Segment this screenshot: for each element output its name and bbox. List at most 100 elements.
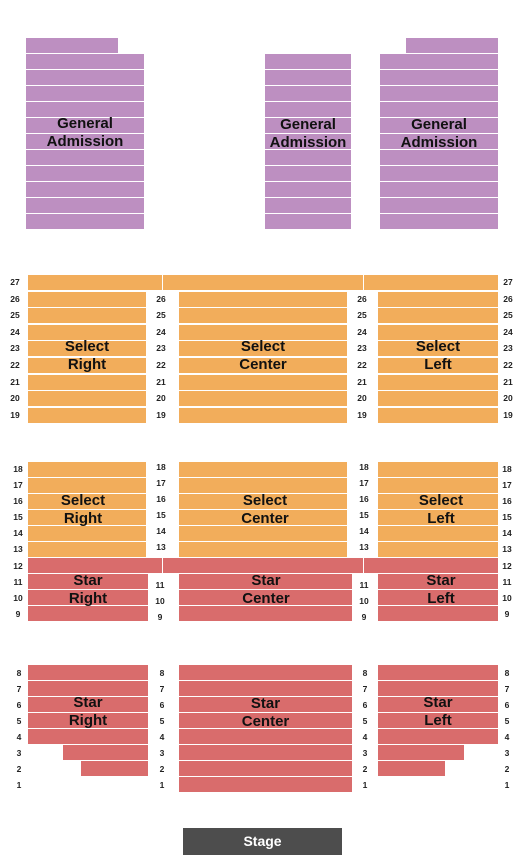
select-right-row-17[interactable] — [28, 478, 146, 493]
star-center-row-4[interactable] — [179, 729, 352, 744]
ga-right-row[interactable] — [380, 118, 498, 133]
star-center-row-9[interactable] — [179, 606, 352, 621]
star-left-row-9[interactable] — [378, 606, 498, 621]
star-left-row-5[interactable] — [378, 713, 498, 728]
star-center-row-6[interactable] — [179, 697, 352, 712]
select-left-row-16[interactable] — [378, 494, 498, 509]
ga-right-row[interactable] — [380, 134, 498, 149]
star-center-row-5[interactable] — [179, 713, 352, 728]
star-center-row-1[interactable] — [179, 777, 352, 792]
select-center-row-20[interactable] — [179, 391, 347, 406]
select-left-row-25[interactable] — [378, 308, 498, 323]
ga-center-row[interactable] — [265, 182, 351, 197]
select-center-row-24[interactable] — [179, 325, 347, 340]
ga-right-row[interactable] — [380, 182, 498, 197]
ga-right-row[interactable] — [380, 102, 498, 117]
select-right-row-15[interactable] — [28, 510, 146, 525]
ga-center-row[interactable] — [265, 134, 351, 149]
star-left-row-7[interactable] — [378, 681, 498, 696]
select-right-row-19[interactable] — [28, 408, 146, 423]
select-left-row-24[interactable] — [378, 325, 498, 340]
select-right-row-18[interactable] — [28, 462, 146, 477]
star-right-row-4[interactable] — [28, 729, 148, 744]
ga-right-row[interactable] — [380, 150, 498, 165]
ga-center-row[interactable] — [265, 70, 351, 85]
star-left-row-8[interactable] — [378, 665, 498, 680]
star-row-12-c[interactable] — [364, 558, 498, 573]
select-center-row-16[interactable] — [179, 494, 347, 509]
ga-center-row[interactable] — [265, 86, 351, 101]
select-center-row-17[interactable] — [179, 478, 347, 493]
star-right-row-5[interactable] — [28, 713, 148, 728]
ga-right-row[interactable] — [380, 214, 498, 229]
select-left-row-18[interactable] — [378, 462, 498, 477]
select-center-row-26[interactable] — [179, 292, 347, 307]
select-right-row-16[interactable] — [28, 494, 146, 509]
ga-right-row[interactable] — [380, 54, 498, 69]
ga-center-row[interactable] — [265, 166, 351, 181]
ga-left-row[interactable] — [26, 102, 144, 117]
star-center-row-8[interactable] — [179, 665, 352, 680]
ga-center-row[interactable] — [265, 102, 351, 117]
select-right-row-26[interactable] — [28, 292, 146, 307]
select-center-row-22[interactable] — [179, 358, 347, 373]
select-right-row-20[interactable] — [28, 391, 146, 406]
star-left-row-11[interactable] — [378, 574, 498, 589]
select-row-27-c[interactable] — [364, 275, 498, 290]
ga-left-row[interactable] — [26, 70, 144, 85]
star-left-row-2[interactable] — [378, 761, 445, 776]
select-left-row-21[interactable] — [378, 375, 498, 390]
ga-center-row[interactable] — [265, 198, 351, 213]
select-left-row-19[interactable] — [378, 408, 498, 423]
select-left-row-13[interactable] — [378, 542, 498, 557]
select-center-row-14[interactable] — [179, 526, 347, 541]
star-center-row-7[interactable] — [179, 681, 352, 696]
select-left-row-23[interactable] — [378, 341, 498, 356]
ga-left-row[interactable] — [26, 54, 144, 69]
select-left-row-20[interactable] — [378, 391, 498, 406]
select-row-27-b[interactable] — [163, 275, 363, 290]
ga-left-row[interactable] — [26, 166, 144, 181]
ga-left-row[interactable] — [26, 198, 144, 213]
select-center-row-15[interactable] — [179, 510, 347, 525]
ga-center-row[interactable] — [265, 118, 351, 133]
star-right-row-9[interactable] — [28, 606, 148, 621]
star-left-row-4[interactable] — [378, 729, 498, 744]
select-center-row-18[interactable] — [179, 462, 347, 477]
star-right-row-6[interactable] — [28, 697, 148, 712]
star-center-row-10[interactable] — [179, 590, 352, 605]
select-left-row-17[interactable] — [378, 478, 498, 493]
ga-left-row[interactable] — [26, 214, 144, 229]
star-center-row-3[interactable] — [179, 745, 352, 760]
select-right-row-23[interactable] — [28, 341, 146, 356]
ga-left-row[interactable] — [26, 150, 144, 165]
select-right-row-22[interactable] — [28, 358, 146, 373]
select-center-row-23[interactable] — [179, 341, 347, 356]
ga-right-row[interactable] — [406, 38, 498, 53]
star-row-12-b[interactable] — [163, 558, 363, 573]
ga-center-row[interactable] — [265, 214, 351, 229]
select-center-row-19[interactable] — [179, 408, 347, 423]
select-right-row-25[interactable] — [28, 308, 146, 323]
select-left-row-22[interactable] — [378, 358, 498, 373]
ga-left-row[interactable] — [26, 182, 144, 197]
ga-left-row[interactable] — [26, 38, 118, 53]
ga-center-row[interactable] — [265, 54, 351, 69]
select-row-27-a[interactable] — [28, 275, 162, 290]
select-left-row-14[interactable] — [378, 526, 498, 541]
star-right-row-10[interactable] — [28, 590, 148, 605]
star-right-row-8[interactable] — [28, 665, 148, 680]
select-left-row-15[interactable] — [378, 510, 498, 525]
star-right-row-3[interactable] — [63, 745, 148, 760]
star-left-row-3[interactable] — [378, 745, 464, 760]
star-row-12-a[interactable] — [28, 558, 162, 573]
star-right-row-7[interactable] — [28, 681, 148, 696]
select-right-row-14[interactable] — [28, 526, 146, 541]
star-center-row-2[interactable] — [179, 761, 352, 776]
ga-left-row[interactable] — [26, 134, 144, 149]
select-center-row-25[interactable] — [179, 308, 347, 323]
ga-right-row[interactable] — [380, 198, 498, 213]
ga-right-row[interactable] — [380, 70, 498, 85]
select-center-row-21[interactable] — [179, 375, 347, 390]
select-right-row-21[interactable] — [28, 375, 146, 390]
